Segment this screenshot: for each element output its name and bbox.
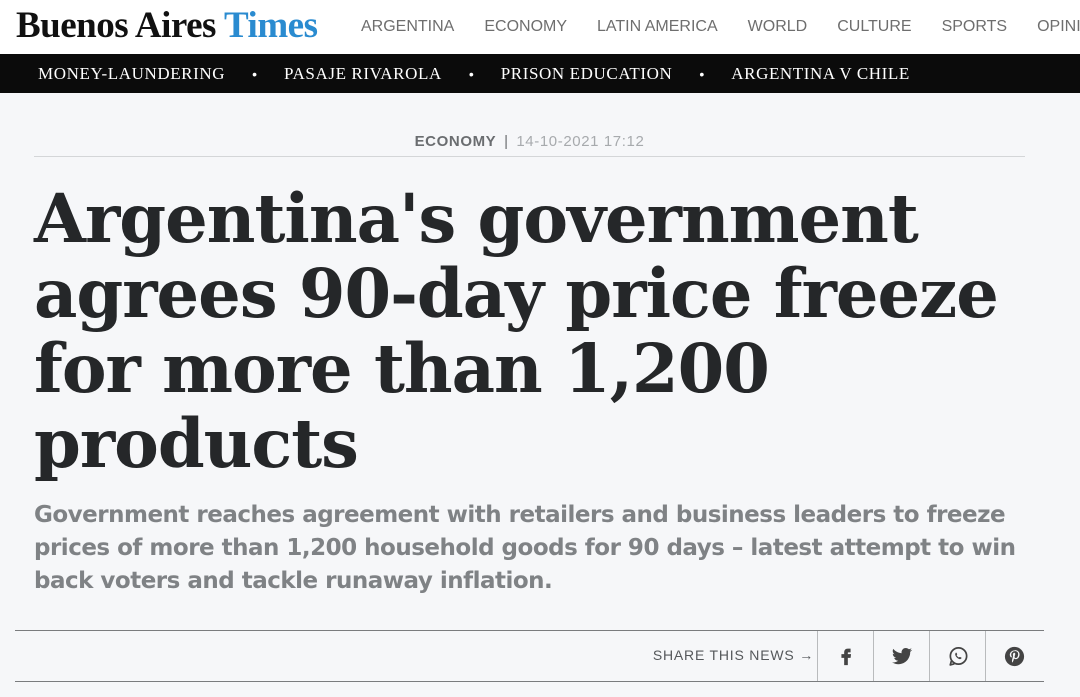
topic-separator: • [252,65,258,82]
main-nav: ARGENTINA ECONOMY LATIN AMERICA WORLD CU… [346,0,1080,54]
topic-pasaje-rivarola[interactable]: PASAJE RIVAROLA [284,64,442,84]
meta-divider [34,156,1025,157]
article-headline: Argentina's government agrees 90-day pri… [34,179,999,483]
logo-part-1: Buenos Aires [16,5,216,46]
top-header: Buenos Aires Times ARGENTINA ECONOMY LAT… [0,0,1080,54]
nav-culture[interactable]: CULTURE [837,18,911,36]
nav-latin-america[interactable]: LATIN AMERICA [597,18,718,36]
article-subhead: Government reaches agreement with retail… [34,502,1016,594]
nav-sports[interactable]: SPORTS [942,18,1008,36]
share-bar: SHARE THIS NEWS → [15,630,1044,682]
topic-prison-education[interactable]: PRISON EDUCATION [501,64,673,84]
trending-topics-bar: MONEY-LAUNDERING • PASAJE RIVAROLA • PRI… [0,54,1080,93]
share-whatsapp-button[interactable] [929,631,986,681]
nav-world[interactable]: WORLD [748,18,808,36]
article-date: 14-10-2021 17:12 [516,133,645,150]
logo-part-2: Times [224,5,318,46]
share-pinterest-button[interactable] [985,631,1042,681]
facebook-icon [841,648,852,666]
article-category[interactable]: ECONOMY [415,133,497,150]
article-meta: ECONOMY | 14-10-2021 17:12 [34,133,1025,150]
twitter-icon [892,647,913,665]
whatsapp-icon [948,646,968,666]
share-facebook-button[interactable] [817,631,874,681]
nav-economy[interactable]: ECONOMY [484,18,567,36]
nav-opinion[interactable]: OPINION [1037,18,1080,36]
meta-separator: | [504,133,509,150]
topic-argentina-v-chile[interactable]: ARGENTINA V CHILE [731,64,910,84]
topic-separator: • [699,65,705,82]
pinterest-icon [1004,646,1024,666]
topic-money-laundering[interactable]: MONEY-LAUNDERING [38,64,225,84]
topic-separator: • [468,65,474,82]
share-label: SHARE THIS NEWS → [652,647,814,663]
share-twitter-button[interactable] [873,631,930,681]
nav-argentina[interactable]: ARGENTINA [361,18,454,36]
site-logo[interactable]: Buenos Aires Times [16,4,318,48]
